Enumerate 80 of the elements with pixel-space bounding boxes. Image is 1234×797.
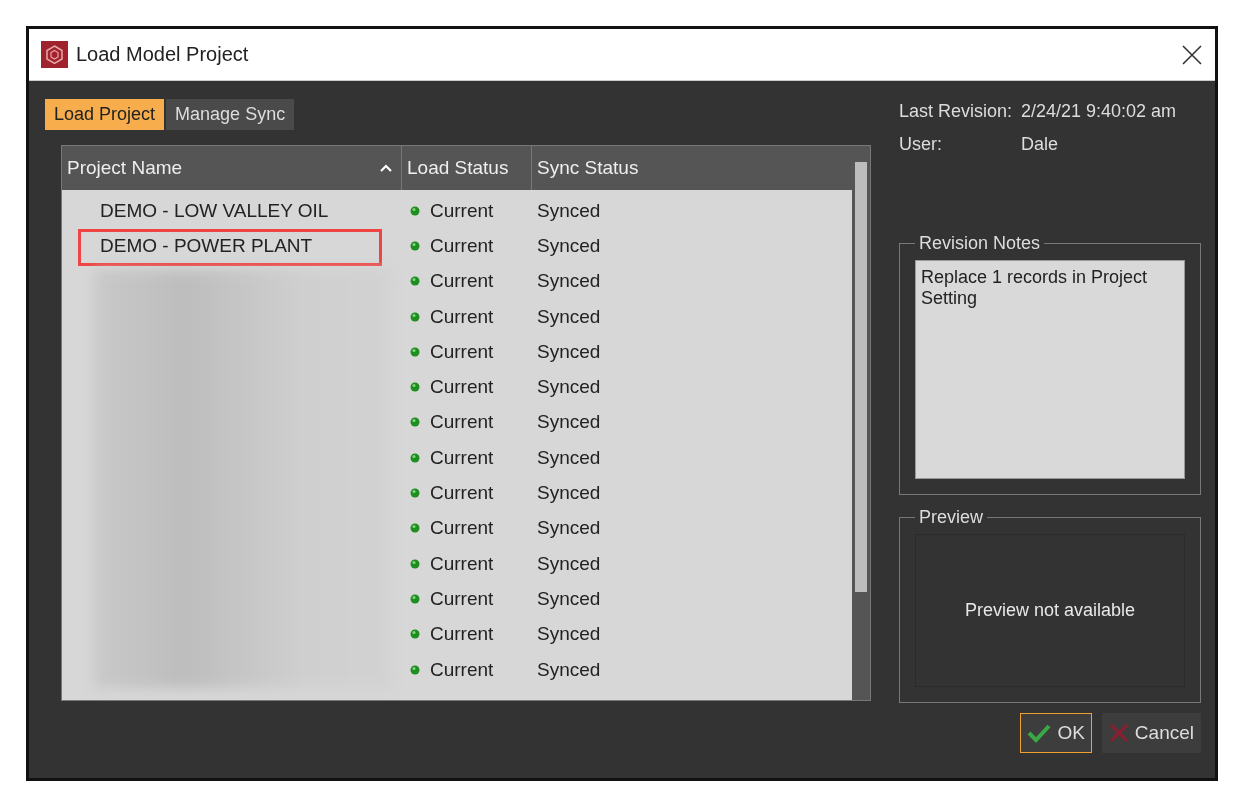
revision-notes-field[interactable]: Replace 1 records in Project Setting	[915, 260, 1185, 479]
table-row[interactable]: Current Synced	[62, 440, 852, 476]
status-dot-icon	[410, 417, 420, 428]
table-row[interactable]: Current Synced	[62, 651, 852, 688]
sync-status: Synced	[537, 411, 601, 434]
status-dot-icon	[410, 382, 420, 393]
load-status: Current	[430, 587, 494, 610]
detail-value: 2/24/21 9:40:02 am	[1021, 101, 1178, 122]
sync-status: Synced	[537, 305, 601, 328]
close-icon[interactable]	[1181, 43, 1203, 66]
table-row[interactable]: Current Synced	[62, 263, 852, 299]
app-logo-icon	[41, 41, 68, 68]
load-status: Current	[430, 623, 494, 646]
detail-value: Dale	[1021, 134, 1060, 155]
load-status: Current	[430, 270, 494, 293]
table-row[interactable]: Current Synced	[62, 545, 852, 582]
status-dot-icon	[410, 664, 420, 675]
status-dot-icon	[410, 629, 420, 640]
status-dot-icon	[410, 205, 420, 216]
status-dot-icon	[410, 558, 420, 569]
status-dot-icon	[410, 346, 420, 357]
tab[interactable]: Load Project	[45, 99, 165, 130]
load-status: Current	[430, 305, 494, 328]
load-status: Current	[430, 446, 494, 469]
table-row[interactable]: Current Synced	[62, 581, 852, 617]
sync-status: Synced	[537, 658, 601, 681]
window-title: Load Model Project	[76, 43, 250, 66]
project-name: DEMO - LOW VALLEY OIL	[100, 199, 329, 222]
status-dot-icon	[410, 593, 420, 604]
sync-status: Synced	[537, 199, 601, 222]
table-row[interactable]: Current Synced	[62, 616, 852, 652]
load-status: Current	[430, 376, 494, 399]
sync-status: Synced	[537, 623, 601, 646]
table-row[interactable]: Current Synced	[62, 404, 852, 441]
load-status: Current	[430, 411, 494, 434]
table-row[interactable]: Current Synced	[62, 510, 852, 546]
project-name: DEMO - POWER PLANT	[100, 234, 313, 257]
group-title: Preview	[918, 507, 985, 528]
sync-status: Synced	[537, 340, 601, 363]
column-header[interactable]: Load Status	[402, 146, 532, 190]
sync-status: Synced	[537, 482, 601, 504]
load-status: Current	[430, 517, 494, 540]
status-dot-icon	[410, 523, 420, 534]
column-header[interactable]: Project Name	[62, 146, 402, 190]
sync-status: Synced	[537, 587, 601, 610]
ok-button[interactable]: OK	[1020, 713, 1092, 753]
sync-status: Synced	[537, 446, 601, 469]
status-dot-icon	[410, 311, 420, 322]
scrollbar[interactable]	[852, 146, 870, 700]
sync-status: Synced	[537, 234, 601, 257]
table-row[interactable]: DEMO - LOW VALLEY OIL Current Synced	[62, 193, 852, 229]
sync-status: Synced	[537, 552, 601, 575]
sync-status: Synced	[537, 376, 601, 399]
load-status: Current	[430, 234, 494, 257]
load-status: Current	[430, 482, 494, 504]
load-status: Current	[430, 340, 494, 363]
sync-status: Synced	[537, 517, 601, 540]
tab[interactable]: Manage Sync	[166, 99, 295, 130]
table-row[interactable]: Current Synced	[62, 334, 852, 370]
load-status: Current	[430, 199, 494, 222]
table-row[interactable]: Current Synced	[62, 369, 852, 405]
load-status: Current	[430, 658, 494, 681]
status-dot-icon	[410, 488, 420, 498]
detail-label: User:	[899, 134, 943, 155]
load-status: Current	[430, 552, 494, 575]
sync-status: Synced	[537, 270, 601, 293]
group-title: Revision Notes	[918, 233, 1042, 254]
status-dot-icon	[410, 276, 420, 287]
status-dot-icon	[410, 240, 420, 251]
detail-label: Last Revision:	[899, 101, 1014, 122]
table-row[interactable]: Current Synced	[62, 475, 852, 511]
table-row[interactable]: Current Synced	[62, 298, 852, 335]
cancel-button[interactable]: Cancel	[1101, 713, 1201, 753]
status-dot-icon	[410, 452, 420, 463]
table-row[interactable]: DEMO - POWER PLANT Current Synced	[62, 228, 852, 264]
column-header[interactable]: Sync Status	[532, 146, 852, 190]
column-label: Project Name	[67, 157, 183, 179]
cross-icon	[1108, 723, 1129, 743]
check-icon	[1027, 723, 1052, 743]
preview-message: Preview not available	[964, 600, 1136, 621]
